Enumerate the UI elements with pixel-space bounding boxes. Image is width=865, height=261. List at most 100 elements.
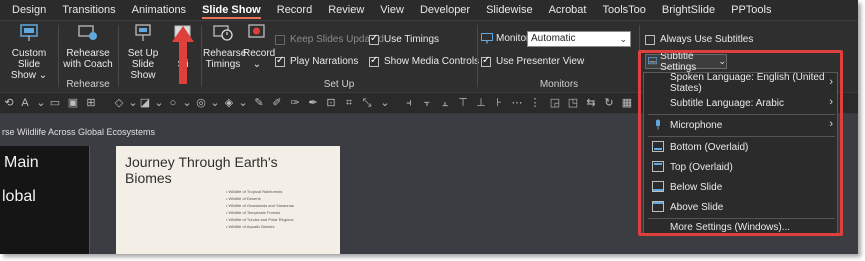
rehearse-timings-label-1: Rehearse bbox=[203, 48, 247, 59]
eyedropper-icon[interactable]: ✎ bbox=[252, 97, 266, 110]
tab-design[interactable]: Design bbox=[4, 0, 54, 20]
checkbox-box bbox=[275, 34, 285, 45]
play-narrations-checkbox[interactable]: Play Narrations bbox=[275, 55, 359, 67]
checkbox-box bbox=[275, 55, 285, 67]
custom-slide-show-label-2: Show ⌄ bbox=[10, 70, 48, 81]
rehearse-with-coach-button[interactable]: Rehearse with Coach bbox=[60, 23, 116, 70]
checkbox-box bbox=[645, 34, 655, 45]
use-timings-label: Use Timings bbox=[384, 34, 440, 45]
slide-thumbnail-dark[interactable]: Main lobal bbox=[0, 146, 90, 254]
slide-dark-line-2: lobal bbox=[2, 188, 36, 205]
rehearse-timings-label-2: Timings bbox=[205, 59, 241, 70]
tab-toolstoo[interactable]: ToolsToo bbox=[594, 0, 653, 20]
align-bottom-icon[interactable]: ⊦ bbox=[492, 97, 506, 110]
dropdown-caret-icon[interactable]: ⌄ bbox=[180, 97, 194, 110]
checkbox-box bbox=[481, 55, 491, 67]
slide-layout-icon[interactable]: ▭ bbox=[48, 97, 62, 110]
shape-outline-icon[interactable]: ◪ bbox=[138, 97, 152, 110]
slide-title-line-2: Biomes bbox=[125, 170, 172, 186]
group-label-monitors: Monitors bbox=[539, 79, 579, 90]
always-use-subtitles-label: Always Use Subtitles bbox=[660, 34, 754, 45]
rehearse-coach-label-1: Rehearse bbox=[66, 48, 110, 59]
flip-icon[interactable]: ⇆ bbox=[584, 97, 598, 110]
monitor-select-value: Automatic bbox=[531, 33, 576, 44]
custom-slide-show-button[interactable]: Custom Slide Show ⌄ bbox=[2, 23, 56, 81]
slide-title-line-1: Journey Through Earth's bbox=[125, 154, 278, 170]
tab-transitions[interactable]: Transitions bbox=[54, 0, 123, 20]
play-narrations-label: Play Narrations bbox=[290, 56, 359, 67]
tab-record[interactable]: Record bbox=[269, 0, 320, 20]
send-backward-icon[interactable]: ◳ bbox=[566, 97, 580, 110]
font-color-icon[interactable]: A bbox=[18, 97, 32, 110]
tab-slide-show[interactable]: Slide Show bbox=[194, 0, 269, 20]
table-icon[interactable]: ⊞ bbox=[84, 97, 98, 110]
group-label-set-up: Set Up bbox=[323, 79, 355, 90]
tab-slidewise[interactable]: Slidewise bbox=[478, 0, 540, 20]
set-up-slide-show-label-1: Set Up bbox=[127, 48, 159, 59]
list-item: Wildlife of Tropical Rainforests bbox=[226, 188, 294, 195]
annotation-highlight-box bbox=[638, 50, 843, 236]
presentation-title: rse Wildlife Across Global Ecosystems bbox=[2, 127, 156, 137]
set-up-slide-show-button[interactable]: Set Up Slide Show bbox=[120, 23, 166, 81]
slide-bullet-list: Wildlife of Tropical Rainforests Wildlif… bbox=[226, 188, 294, 230]
format-painter-icon[interactable]: ✑ bbox=[288, 97, 302, 110]
record-button[interactable]: Record ⌄ bbox=[243, 23, 276, 70]
list-item: Wildlife of Deserts bbox=[226, 195, 294, 202]
brush-icon[interactable]: ✒ bbox=[306, 97, 320, 110]
custom-slide-show-label-1: Custom Slide bbox=[11, 48, 47, 70]
tab-developer[interactable]: Developer bbox=[412, 0, 478, 20]
tab-animations[interactable]: Animations bbox=[124, 0, 194, 20]
align-middle-icon[interactable]: ⊥ bbox=[474, 97, 488, 110]
keep-slides-updated-checkbox: Keep Slides Updated bbox=[275, 34, 384, 45]
chevron-down-icon: ⌄ bbox=[619, 34, 627, 44]
tab-review[interactable]: Review bbox=[320, 0, 372, 20]
powerpoint-window: Design Transitions Animations Slide Show… bbox=[0, 0, 858, 254]
show-media-controls-checkbox[interactable]: Show Media Controls bbox=[369, 55, 479, 67]
align-center-icon[interactable]: ⫟ bbox=[420, 97, 434, 110]
tab-view[interactable]: View bbox=[372, 0, 412, 20]
align-top-icon[interactable]: ⊤ bbox=[456, 97, 470, 110]
new-slide-icon[interactable]: ▣ bbox=[66, 97, 80, 110]
group-separator bbox=[118, 25, 119, 87]
group-separator bbox=[201, 25, 202, 87]
shape-effects-icon[interactable]: ○ bbox=[166, 97, 180, 110]
resize-icon[interactable]: ⤡ bbox=[360, 97, 374, 110]
align-left-icon[interactable]: ⫞ bbox=[402, 97, 416, 110]
tab-brightslide[interactable]: BrightSlide bbox=[654, 0, 723, 20]
group-separator bbox=[58, 25, 59, 87]
set-up-slide-show-icon bbox=[135, 24, 151, 41]
use-presenter-view-checkbox[interactable]: Use Presenter View bbox=[481, 55, 584, 67]
group-icon[interactable]: ⊡ bbox=[324, 97, 338, 110]
stopwatch-icon bbox=[213, 25, 233, 41]
slide-thumbnail-biomes[interactable]: Journey Through Earth's Biomes Wildlife … bbox=[116, 146, 340, 254]
rehearse-timings-button[interactable]: Rehearse Timings bbox=[203, 23, 247, 70]
align-right-icon[interactable]: ⫠ bbox=[438, 97, 452, 110]
dropdown-caret-icon[interactable]: ⌄ bbox=[152, 97, 166, 110]
checkbox-box bbox=[369, 55, 379, 67]
checkbox-box bbox=[369, 33, 379, 45]
dropdown-caret-icon[interactable]: ⌄ bbox=[208, 97, 222, 110]
pen-icon[interactable]: ✐ bbox=[270, 97, 284, 110]
record-label: Record bbox=[243, 48, 276, 59]
dropdown-caret-icon[interactable]: ⌄ bbox=[236, 97, 250, 110]
rotate-icon[interactable]: ⟲ bbox=[2, 97, 16, 110]
crop-icon[interactable]: ⌗ bbox=[342, 97, 356, 110]
monitor-row: Monitor: bbox=[481, 33, 532, 44]
distribute-horizontal-icon[interactable]: ⋯ bbox=[510, 97, 524, 110]
arrange-icon[interactable]: ◎ bbox=[194, 97, 208, 110]
always-use-subtitles-checkbox[interactable]: Always Use Subtitles bbox=[645, 34, 753, 45]
quick-styles-icon[interactable]: ◈ bbox=[222, 97, 236, 110]
grid-icon[interactable]: ▦ bbox=[620, 97, 634, 110]
group-label-rehearse: Rehearse bbox=[66, 79, 110, 90]
bring-forward-icon[interactable]: ◲ bbox=[548, 97, 562, 110]
shape-fill-icon[interactable]: ◇ bbox=[112, 97, 126, 110]
distribute-vertical-icon[interactable]: ⋮ bbox=[528, 97, 542, 110]
monitor-select[interactable]: Automatic ⌄ bbox=[527, 31, 631, 47]
rotate-right-icon[interactable]: ↻ bbox=[602, 97, 616, 110]
use-timings-checkbox[interactable]: Use Timings bbox=[369, 33, 440, 45]
tab-pptools[interactable]: PPTools bbox=[723, 0, 779, 20]
dropdown-caret-icon[interactable]: ⌄ bbox=[378, 97, 392, 110]
list-item: Wildlife of Grasslands and Savannas bbox=[226, 202, 294, 209]
dropdown-caret-icon[interactable]: ⌄ bbox=[34, 97, 48, 110]
tab-acrobat[interactable]: Acrobat bbox=[541, 0, 595, 20]
